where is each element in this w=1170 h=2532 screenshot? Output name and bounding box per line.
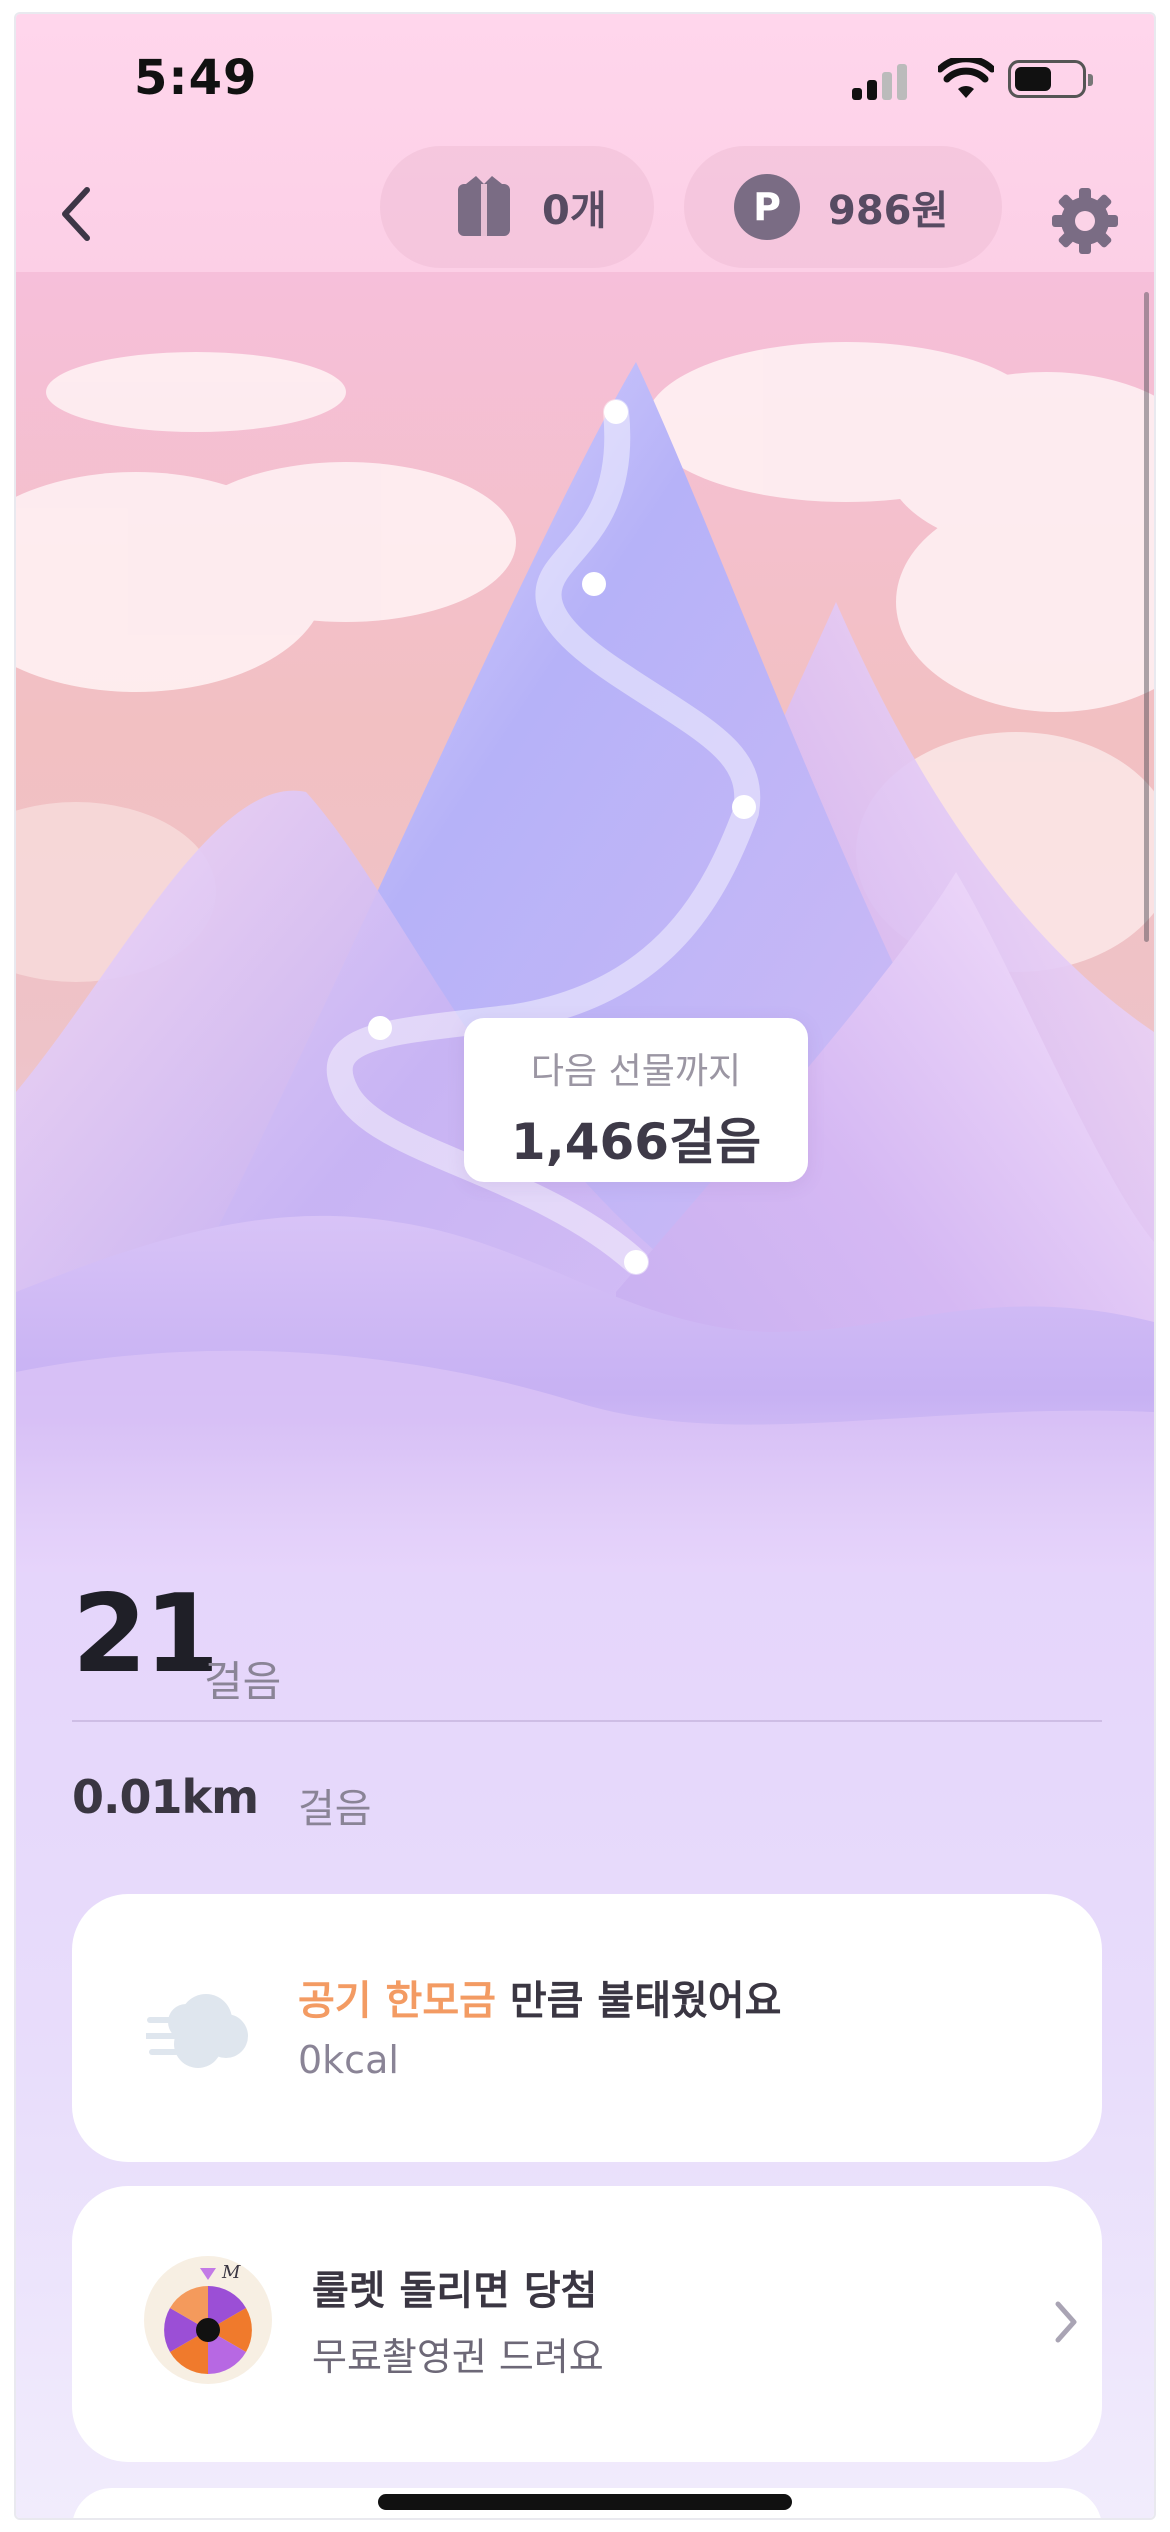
roulette-subtitle: 무료촬영권 드려요 [312, 2335, 604, 2379]
roulette-wheel-icon: M [144, 2256, 272, 2384]
scrollbar[interactable] [1144, 292, 1149, 942]
next-gift-steps: 1,466걸음 [510, 1113, 762, 1171]
point-balance-pill[interactable]: P 986원 [684, 146, 1002, 268]
roulette-title: 룰렛 돌리면 당첨 [312, 2268, 598, 2314]
gift-count-pill[interactable]: 0개 [380, 146, 654, 268]
point-icon: P [734, 174, 800, 240]
stats-divider [72, 1720, 1102, 1722]
battery-icon [1008, 60, 1093, 98]
point-badge-letter: P [753, 185, 781, 229]
back-icon [62, 187, 90, 241]
calorie-value: 0kcal [298, 2038, 399, 2082]
signal-icon [852, 64, 912, 100]
app-screen: 5:49 0개 P 986원 다음 선물까지 1,466걸음 21 걸음 0.0… [16, 14, 1154, 2518]
mountain-illustration: 다음 선물까지 1,466걸음 [16, 272, 1154, 1572]
calorie-card: 공기 한모금 만큼 불태웠어요 0kcal [72, 1894, 1102, 2162]
status-time: 5:49 [134, 50, 258, 106]
step-count: 21 [72, 1572, 219, 1697]
next-gift-tooltip: 다음 선물까지 1,466걸음 [464, 1018, 808, 1182]
calorie-highlight: 공기 한모금 [298, 1978, 496, 2024]
gift-count: 0개 [542, 188, 607, 234]
back-button[interactable] [42, 174, 112, 254]
calorie-message-text: 만큼 불태웠어요 [495, 1978, 782, 2024]
distance-value: 0.01km [72, 1770, 259, 1824]
step-count-unit: 걸음 [204, 1657, 282, 1706]
chevron-right-icon [1055, 2301, 1077, 2343]
calorie-message: 공기 한모금 만큼 불태웠어요 [298, 1968, 781, 2026]
wind-cloud-icon [146, 1994, 248, 2068]
next-gift-label: 다음 선물까지 [530, 1051, 742, 1092]
gift-icon [458, 176, 510, 236]
point-balance: 986원 [828, 188, 949, 234]
roulette-wheel-label: M [221, 2262, 241, 2283]
roulette-card[interactable]: M 룰렛 돌리면 당첨 무료촬영권 드려요 [72, 2186, 1102, 2462]
distance-unit: 걸음 [298, 1786, 372, 1832]
home-indicator[interactable] [378, 2494, 792, 2510]
gear-icon[interactable] [1050, 186, 1120, 256]
wifi-icon [938, 58, 994, 98]
mountain-scene [16, 272, 1154, 1572]
